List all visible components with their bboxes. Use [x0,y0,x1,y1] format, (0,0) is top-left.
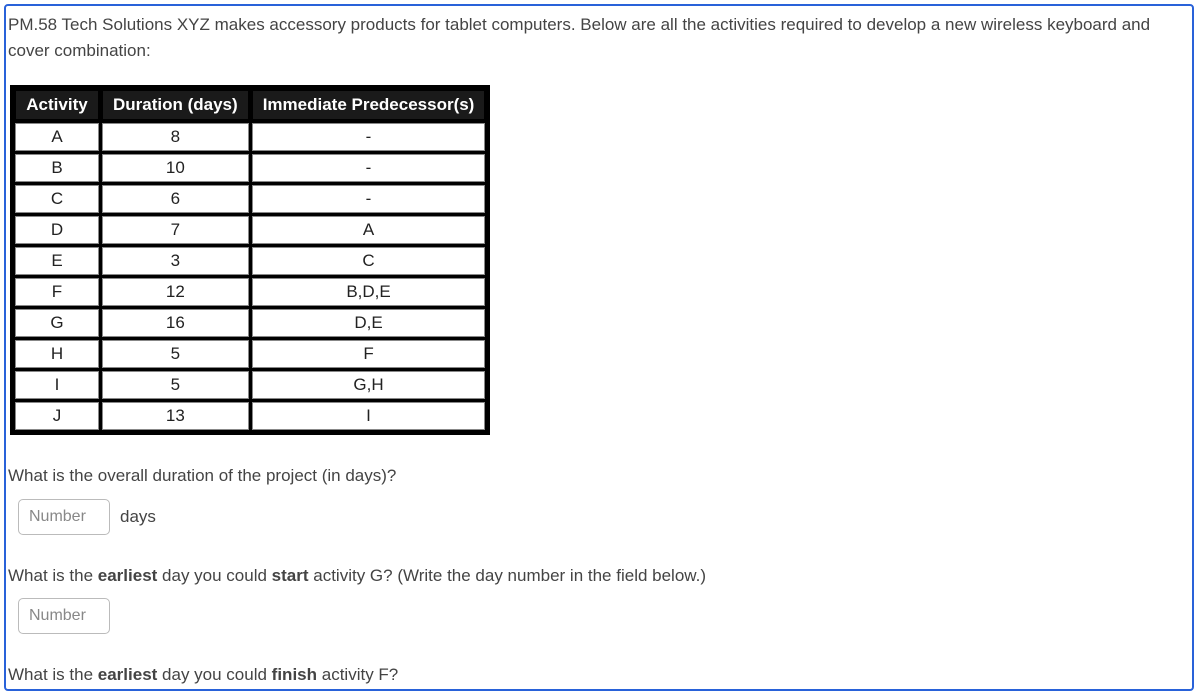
cell-activity: C [15,185,99,213]
table-row: E 3 C [15,247,485,275]
question-3-text: What is the earliest day you could finis… [8,662,1180,688]
table-row: D 7 A [15,216,485,244]
cell-activity: G [15,309,99,337]
cell-duration: 6 [102,185,249,213]
cell-pred: - [252,123,486,151]
table-row: B 10 - [15,154,485,182]
problem-intro: PM.58 Tech Solutions XYZ makes accessory… [6,6,1180,63]
question-1-text: What is the overall duration of the proj… [8,463,1180,489]
question-3: What is the earliest day you could finis… [8,662,1180,691]
cell-duration: 13 [102,402,249,430]
question-2-text: What is the earliest day you could start… [8,563,1180,589]
table-row: H 5 F [15,340,485,368]
cell-activity: A [15,123,99,151]
header-predecessor: Immediate Predecessor(s) [252,90,486,120]
cell-duration: 8 [102,123,249,151]
cell-duration: 5 [102,371,249,399]
question-1-unit: days [120,507,156,527]
cell-duration: 3 [102,247,249,275]
table-row: F 12 B,D,E [15,278,485,306]
cell-activity: F [15,278,99,306]
cell-pred: C [252,247,486,275]
question-1: What is the overall duration of the proj… [8,463,1180,535]
activity-table: Activity Duration (days) Immediate Prede… [10,85,490,435]
cell-pred: G,H [252,371,486,399]
activity-table-wrap: Activity Duration (days) Immediate Prede… [10,85,1180,435]
cell-duration: 16 [102,309,249,337]
cell-pred: A [252,216,486,244]
question-2: What is the earliest day you could start… [8,563,1180,635]
header-duration: Duration (days) [102,90,249,120]
cell-duration: 10 [102,154,249,182]
cell-activity: E [15,247,99,275]
table-row: J 13 I [15,402,485,430]
cell-activity: B [15,154,99,182]
cell-duration: 7 [102,216,249,244]
cell-duration: 12 [102,278,249,306]
header-activity: Activity [15,90,99,120]
cell-activity: H [15,340,99,368]
cell-activity: D [15,216,99,244]
question-1-input[interactable] [18,499,110,535]
cell-pred: B,D,E [252,278,486,306]
cell-pred: - [252,154,486,182]
cell-pred: - [252,185,486,213]
cell-duration: 5 [102,340,249,368]
cell-pred: D,E [252,309,486,337]
cell-activity: J [15,402,99,430]
table-row: I 5 G,H [15,371,485,399]
cell-activity: I [15,371,99,399]
table-row: A 8 - [15,123,485,151]
cell-pred: I [252,402,486,430]
cell-pred: F [252,340,486,368]
problem-container: PM.58 Tech Solutions XYZ makes accessory… [4,4,1194,691]
table-row: G 16 D,E [15,309,485,337]
question-2-input[interactable] [18,598,110,634]
table-row: C 6 - [15,185,485,213]
